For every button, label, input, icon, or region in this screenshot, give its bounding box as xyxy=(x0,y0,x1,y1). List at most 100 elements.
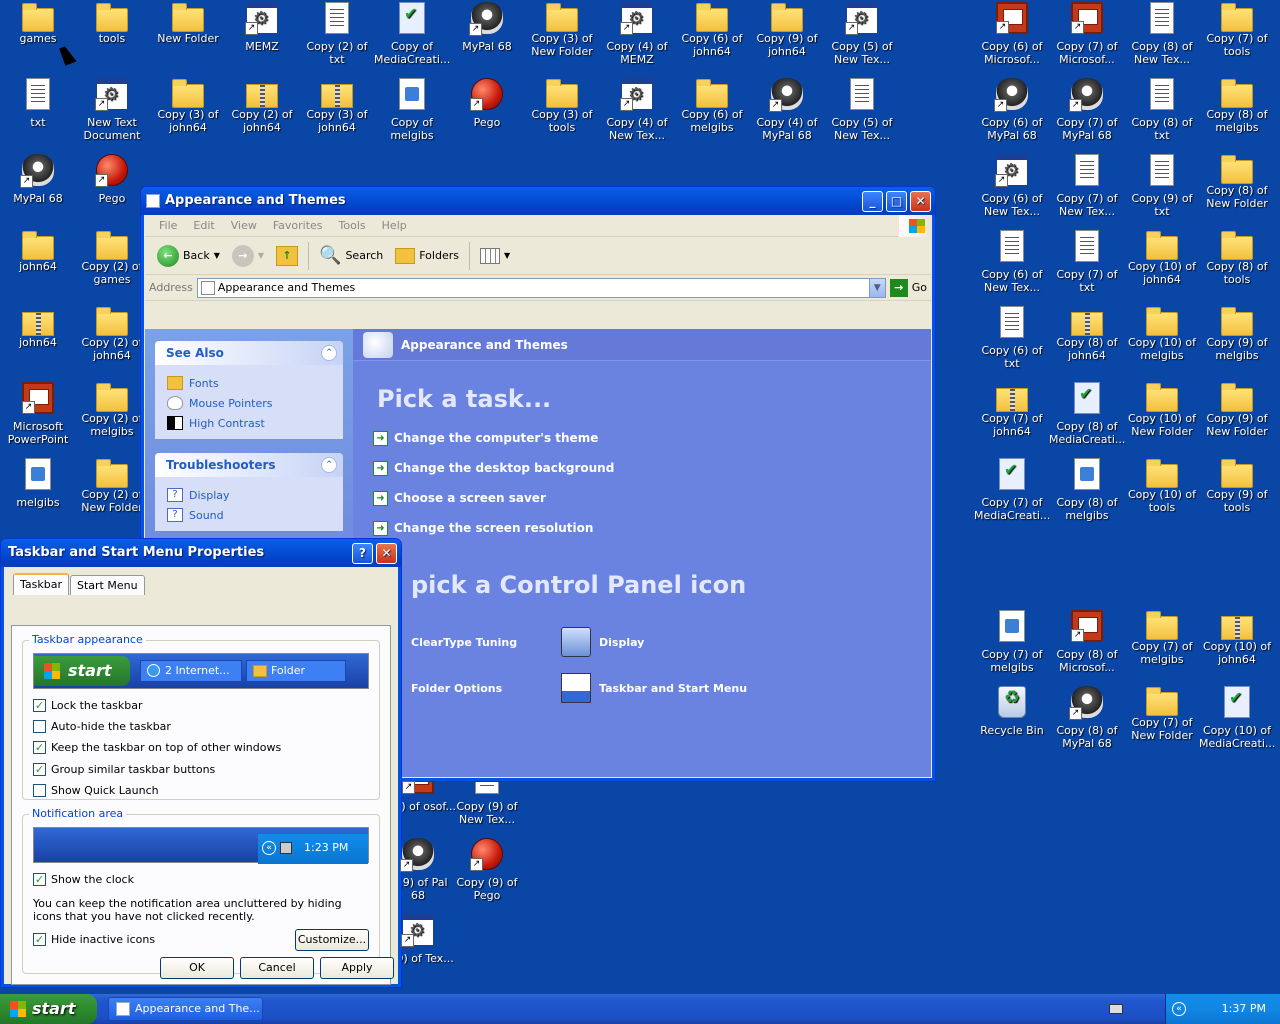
task-change-background[interactable]: ➜ Change the desktop background xyxy=(373,453,931,483)
maximize-button[interactable]: □ xyxy=(886,191,907,212)
cp-titlebar[interactable]: Appearance and Themes _ □ ✕ xyxy=(141,187,935,215)
show-clock-checkbox[interactable]: ✓ Show the clock xyxy=(33,873,134,886)
desktop-icon[interactable]: Copy (8) of New Folder xyxy=(1199,154,1275,210)
desktop-icon[interactable]: Copy of MediaCreati... xyxy=(374,2,450,66)
link-sound[interactable]: ? Sound xyxy=(167,505,331,525)
desktop-icon[interactable]: Copy (4) of New Tex... xyxy=(599,78,675,142)
desktop-icon[interactable]: Copy (9) of New Folder xyxy=(1199,382,1275,438)
tab-taskbar[interactable]: Taskbar xyxy=(13,573,69,595)
chevron-down-icon[interactable]: ▼ xyxy=(258,251,264,260)
desktop-icon[interactable]: txt xyxy=(0,78,76,129)
desktop-icon[interactable]: Copy (9) of txt xyxy=(1124,154,1200,218)
start-button[interactable]: start xyxy=(0,994,97,1024)
desktop-icon[interactable]: games xyxy=(0,2,76,45)
customize-button[interactable]: Customize... xyxy=(295,929,369,951)
menu-favorites[interactable]: Favorites xyxy=(265,219,331,232)
search-button[interactable]: 🔍 Search xyxy=(313,241,389,271)
task-change-theme[interactable]: ➜ Change the computer's theme xyxy=(373,423,931,453)
close-button[interactable]: ✕ xyxy=(376,543,397,564)
task-screen-saver[interactable]: ➜ Choose a screen saver xyxy=(373,483,931,513)
address-input[interactable]: Appearance and Themes ▼ xyxy=(196,277,886,298)
desktop-icon[interactable]: Copy (10) of tools xyxy=(1124,458,1200,514)
menu-view[interactable]: View xyxy=(223,219,265,232)
menu-help[interactable]: Help xyxy=(374,219,415,232)
desktop-icon[interactable]: Copy (2) of john64 xyxy=(74,306,150,362)
desktop-icon[interactable]: Copy (7) of tools xyxy=(1199,2,1275,58)
desktop-icon[interactable]: Copy (8) of john64 xyxy=(1049,306,1125,362)
display-link[interactable]: Display xyxy=(599,636,644,649)
chevron-down-icon[interactable]: ▼ xyxy=(214,251,220,260)
link-mouse-pointers[interactable]: Mouse Pointers xyxy=(167,393,331,413)
close-button[interactable]: ✕ xyxy=(910,191,931,212)
desktop-icon[interactable]: Copy (8) of MyPal 68 xyxy=(1049,686,1125,750)
desktop-icon[interactable]: Copy (2) of melgibs xyxy=(74,382,150,438)
desktop-icon[interactable]: Copy (6) of melgibs xyxy=(674,78,750,134)
menu-tools[interactable]: Tools xyxy=(331,219,374,232)
desktop-icon[interactable]: Copy (6) of txt xyxy=(974,306,1050,370)
ok-button[interactable]: OK xyxy=(160,957,234,979)
hide-inactive-checkbox[interactable]: ✓ Hide inactive icons xyxy=(33,933,155,946)
desktop-icon[interactable]: Copy (9) of Pego xyxy=(449,838,525,902)
folders-button[interactable]: Folders xyxy=(389,241,465,271)
tab-start-menu[interactable]: Start Menu xyxy=(70,575,145,595)
desktop-icon[interactable]: Microsoft PowerPoint xyxy=(0,382,76,446)
checkbox-box[interactable] xyxy=(33,720,46,733)
desktop-icon[interactable]: Copy (8) of melgibs xyxy=(1199,78,1275,134)
desktop-icon[interactable]: Copy (6) of john64 xyxy=(674,2,750,58)
desktop-icon[interactable]: Recycle Bin xyxy=(974,686,1050,737)
link-display[interactable]: ? Display xyxy=(167,485,331,505)
keyboard-icon[interactable] xyxy=(1109,1004,1123,1014)
help-button[interactable]: ? xyxy=(352,543,373,564)
desktop-icon[interactable]: Copy (2) of New Folder xyxy=(74,458,150,514)
desktop-icon[interactable]: Copy (9) of melgibs xyxy=(1199,306,1275,362)
desktop-icon[interactable]: MyPal 68 xyxy=(0,154,76,205)
folder-options-link[interactable]: Folder Options xyxy=(411,682,561,695)
desktop-icon[interactable]: Copy (7) of Microsof... xyxy=(1049,2,1125,66)
desktop-icon[interactable]: john64 xyxy=(0,230,76,273)
desktop-icon[interactable]: Copy (10) of john64 xyxy=(1199,610,1275,666)
desktop-icon[interactable]: Copy (7) of MyPal 68 xyxy=(1049,78,1125,142)
desktop-icon[interactable]: Copy (8) of txt xyxy=(1124,78,1200,142)
desktop-icon[interactable]: Copy (7) of New Tex... xyxy=(1049,154,1125,218)
lock-taskbar-checkbox[interactable]: ✓ Lock the taskbar xyxy=(33,699,143,712)
checkbox-box[interactable]: ✓ xyxy=(33,699,46,712)
desktop-icon[interactable]: New Folder xyxy=(150,2,226,45)
cancel-button[interactable]: Cancel xyxy=(240,957,314,979)
desktop-icon[interactable]: tools xyxy=(74,2,150,45)
desktop-icon[interactable]: Copy (10) of melgibs xyxy=(1124,306,1200,362)
desktop-icon[interactable]: Copy (8) of Microsof... xyxy=(1049,610,1125,674)
desktop-icon[interactable]: Copy (5) of New Tex... xyxy=(824,78,900,142)
desktop-icon[interactable]: Copy (9) of john64 xyxy=(749,2,825,58)
expand-tray-icon[interactable]: « xyxy=(1172,1002,1186,1016)
desktop-icon[interactable]: Copy of melgibs xyxy=(374,78,450,142)
desktop-icon[interactable]: Copy (4) of MyPal 68 xyxy=(749,78,825,142)
quick-launch-checkbox[interactable]: Show Quick Launch xyxy=(33,784,159,797)
tp-titlebar[interactable]: Taskbar and Start Menu Properties ? ✕ xyxy=(1,539,401,567)
desktop-icon[interactable]: Copy (10) of MediaCreati... xyxy=(1199,686,1275,750)
apply-button[interactable]: Apply xyxy=(320,957,394,979)
desktop-icon[interactable]: Copy (6) of MyPal 68 xyxy=(974,78,1050,142)
keep-on-top-checkbox[interactable]: ✓ Keep the taskbar on top of other windo… xyxy=(33,741,281,754)
desktop-icon[interactable]: Copy (2) of games xyxy=(74,230,150,286)
views-button[interactable]: ▼ xyxy=(474,241,516,271)
link-high-contrast[interactable]: High Contrast xyxy=(167,413,331,433)
task-screen-resolution[interactable]: ➜ Change the screen resolution xyxy=(373,513,931,543)
desktop-icon[interactable]: Copy (7) of txt xyxy=(1049,230,1125,294)
desktop-icon[interactable]: New Text Document xyxy=(74,78,150,142)
desktop-icon[interactable]: Copy (7) of New Folder xyxy=(1124,686,1200,742)
menu-edit[interactable]: Edit xyxy=(185,219,222,232)
desktop-icon[interactable]: Copy (5) of New Tex... xyxy=(824,2,900,66)
desktop-icon[interactable]: MyPal 68 xyxy=(449,2,525,53)
desktop-icon[interactable]: Pego xyxy=(449,78,525,129)
desktop-icon[interactable]: Copy (3) of New Folder xyxy=(524,2,600,58)
collapse-icon[interactable]: ⌃ xyxy=(321,457,337,473)
desktop-icon[interactable]: Copy (7) of john64 xyxy=(974,382,1050,438)
checkbox-box[interactable] xyxy=(33,784,46,797)
desktop-icon[interactable]: Copy (6) of New Tex... xyxy=(974,230,1050,294)
desktop-icon[interactable]: Copy (10) of New Folder xyxy=(1124,382,1200,438)
desktop-icon[interactable]: Copy (8) of melgibs xyxy=(1049,458,1125,522)
taskbar-item-appearance[interactable]: Appearance and The... xyxy=(108,997,263,1021)
auto-hide-checkbox[interactable]: Auto-hide the taskbar xyxy=(33,720,171,733)
checkbox-box[interactable]: ✓ xyxy=(33,933,46,946)
taskbar-start-menu-link[interactable]: Taskbar and Start Menu xyxy=(599,682,747,695)
